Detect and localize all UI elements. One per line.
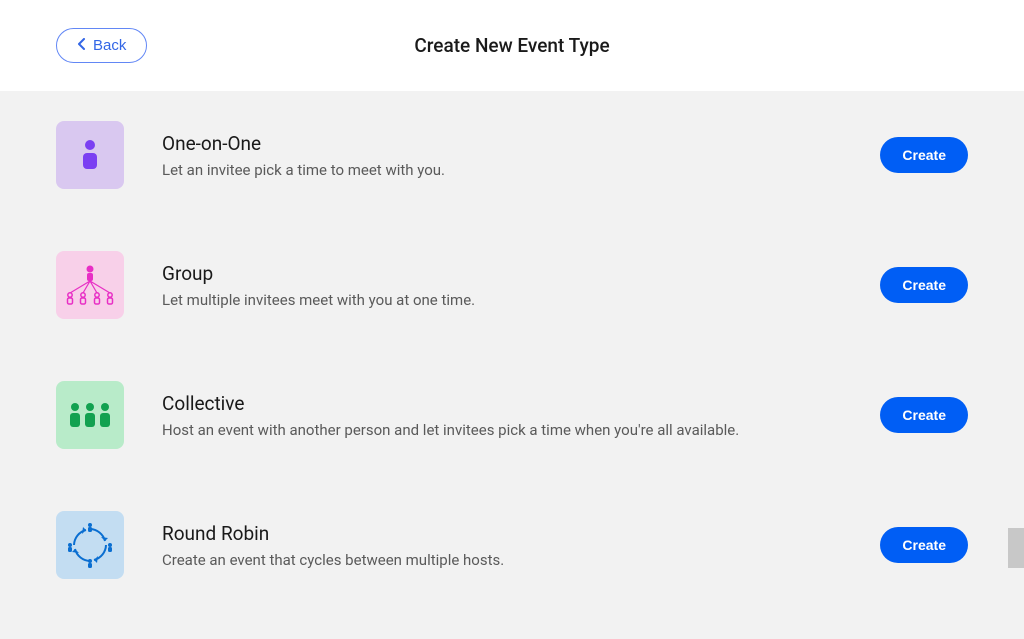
- event-type-desc: Let an invitee pick a time to meet with …: [162, 161, 880, 179]
- one-on-one-icon: [56, 121, 124, 189]
- event-type-text: Group Let multiple invitees meet with yo…: [162, 262, 880, 309]
- round-robin-icon: [56, 511, 124, 579]
- event-type-text: Round Robin Create an event that cycles …: [162, 522, 880, 569]
- event-type-title: Round Robin: [162, 522, 880, 545]
- event-type-title: Collective: [162, 392, 880, 415]
- event-type-desc: Let multiple invitees meet with you at o…: [162, 291, 880, 309]
- create-button-round-robin[interactable]: Create: [880, 527, 968, 563]
- event-type-list: One-on-One Let an invitee pick a time to…: [0, 91, 1024, 639]
- back-label: Back: [93, 37, 126, 54]
- scrollbar-thumb[interactable]: [1008, 528, 1024, 568]
- event-type-text: Collective Host an event with another pe…: [162, 392, 880, 439]
- event-type-row-round-robin: Round Robin Create an event that cycles …: [14, 511, 1010, 579]
- event-type-title: Group: [162, 262, 880, 285]
- event-type-desc: Host an event with another person and le…: [162, 421, 880, 439]
- create-button-group[interactable]: Create: [880, 267, 968, 303]
- chevron-left-icon: [77, 37, 87, 54]
- event-type-row-collective: Collective Host an event with another pe…: [14, 381, 1010, 449]
- collective-icon: [56, 381, 124, 449]
- page-header: Back Create New Event Type: [0, 0, 1024, 91]
- event-type-desc: Create an event that cycles between mult…: [162, 551, 880, 569]
- event-type-row-group: Group Let multiple invitees meet with yo…: [14, 251, 1010, 319]
- create-button-collective[interactable]: Create: [880, 397, 968, 433]
- event-type-title: One-on-One: [162, 132, 880, 155]
- group-icon: [56, 251, 124, 319]
- event-type-text: One-on-One Let an invitee pick a time to…: [162, 132, 880, 179]
- page-title: Create New Event Type: [414, 34, 609, 57]
- back-button[interactable]: Back: [56, 28, 147, 63]
- create-button-one-on-one[interactable]: Create: [880, 137, 968, 173]
- event-type-row-one-on-one: One-on-One Let an invitee pick a time to…: [14, 121, 1010, 189]
